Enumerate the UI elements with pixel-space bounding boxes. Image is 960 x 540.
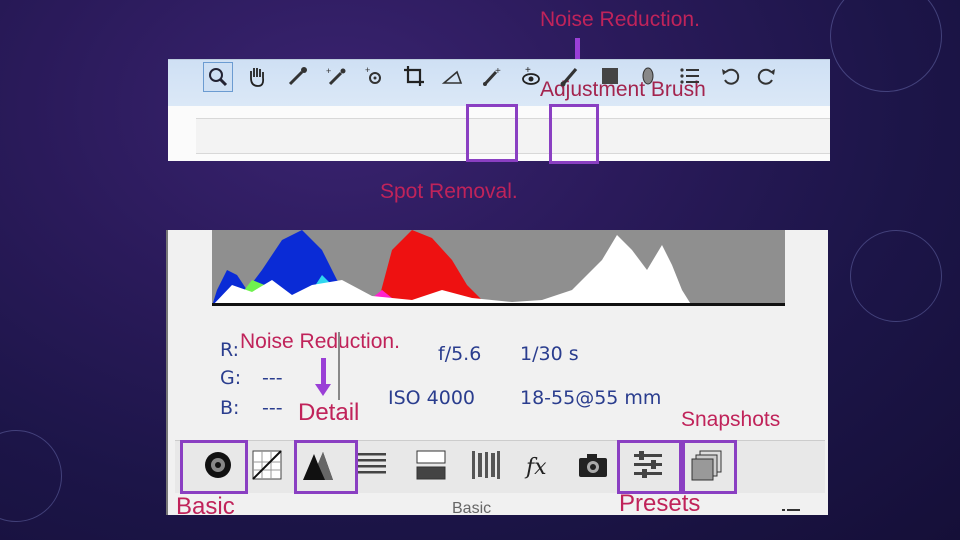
g-value: --- [262,367,283,389]
radial-filter-tool-icon[interactable] [634,62,662,90]
basic-callout: Basic [176,493,235,520]
spot-removal-callout: Spot Removal. [380,180,518,203]
basic-tab-highlight [180,440,248,494]
preferences-tool-icon[interactable] [676,62,704,90]
background-circle [0,430,62,522]
split-toning-tab-icon[interactable] [412,446,450,484]
snapshots-callout: Snapshots [681,408,781,431]
adjustment-brush-highlight [549,104,599,164]
arrow-head [315,384,331,396]
red-eye-removal-tool-icon[interactable]: + [517,62,545,90]
background-circle [850,230,942,322]
presets-tab-highlight [617,440,682,494]
svg-text:+: + [495,66,501,77]
camera-calibration-tab-icon[interactable] [574,446,612,484]
color-sampler-tool-icon[interactable]: + [322,62,350,90]
g-label: G: [220,367,242,389]
panel-section-strip [175,494,825,514]
background-circle [830,0,942,92]
hand-tool-icon[interactable] [243,62,271,90]
spot-removal-highlight [466,104,518,162]
panel-section-title: Basic [452,500,492,514]
b-label: B: [220,397,240,419]
effects-tab-icon[interactable]: fx [520,446,558,484]
svg-text:+: + [525,65,531,76]
detail-tab-highlight [294,440,358,494]
straighten-tool-icon[interactable] [439,62,467,90]
svg-text:fx: fx [524,455,547,480]
tone-curve-tab-icon[interactable] [248,446,286,484]
spot-removal-tool-icon[interactable]: + [478,62,506,90]
panel-divider [338,332,340,400]
snapshots-tab-highlight [682,440,737,494]
svg-text:+: + [365,65,370,75]
iso-value: ISO 4000 [388,387,476,409]
lens-value: 18-55@55 mm [520,387,662,409]
zoom-tool-icon[interactable] [203,62,233,92]
graduated-filter-tool-icon[interactable] [596,62,624,90]
panel-menu-icon[interactable] [782,504,800,514]
crop-tool-icon[interactable] [400,62,428,90]
svg-text:+: + [326,66,331,76]
lens-corrections-tab-icon[interactable] [467,446,505,484]
aperture-value: f/5.6 [438,343,482,365]
histogram [212,230,785,306]
detail-callout: Detail [298,399,360,426]
b-value: --- [262,397,283,419]
adjustment-brush-tool-icon[interactable] [556,62,584,90]
white-balance-tool-icon[interactable] [284,62,312,90]
targeted-adjustment-tool-icon[interactable]: + [361,62,389,90]
noise-reduction-callout-top: Noise Reduction. [540,8,700,31]
shutter-value: 1/30 s [520,343,579,365]
r-label: R: [220,339,240,361]
noise-reduction-callout-mid: Noise Reduction. [240,330,400,353]
rotate-right-icon[interactable] [752,62,780,90]
presets-callout: Presets [619,490,701,517]
rotate-left-icon[interactable] [717,62,745,90]
